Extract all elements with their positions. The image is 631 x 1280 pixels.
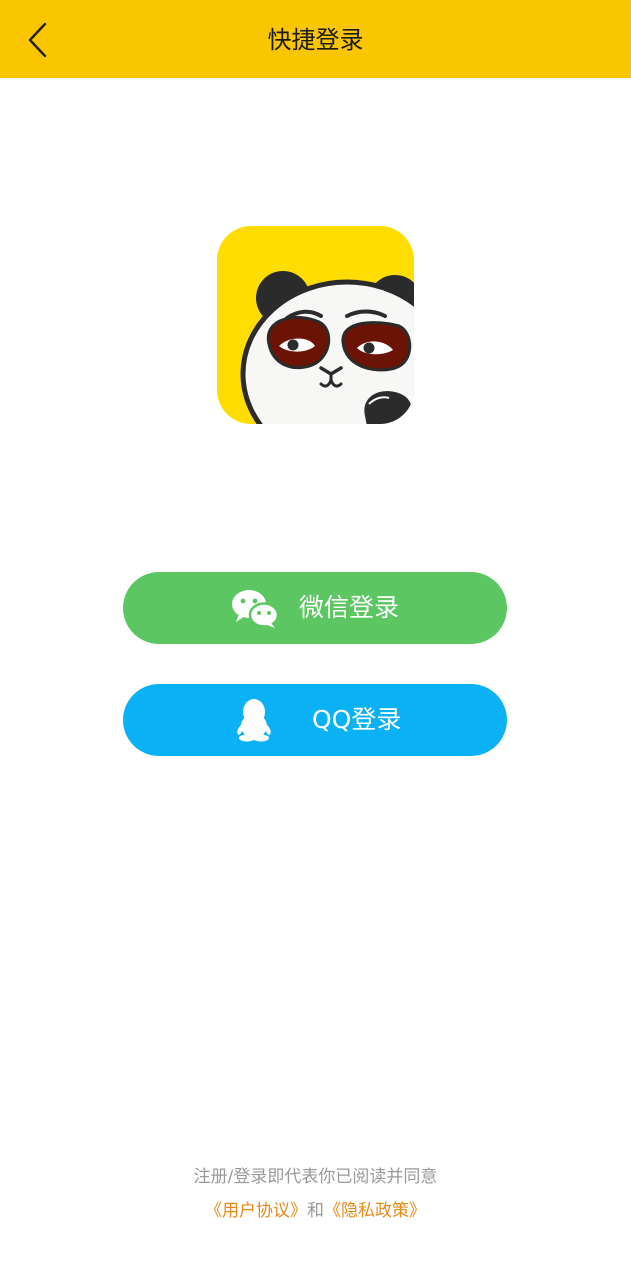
top-bar: 快捷登录 [0, 0, 631, 78]
qq-penguin-icon [237, 699, 271, 742]
agreement-text: 注册/登录即代表你已阅读并同意 [193, 1167, 438, 1187]
back-button[interactable] [18, 18, 60, 62]
panda-logo-icon [217, 226, 414, 424]
agreement-and-text: 和 [307, 1201, 324, 1221]
wechat-login-button[interactable]: 微信登录 [123, 572, 507, 644]
app-logo [217, 226, 414, 424]
page-title: 快捷登录 [267, 26, 364, 54]
agreement-notice: 注册/登录即代表你已阅读并同意 《用户协议》和《隐私政策》 [0, 1160, 631, 1228]
qq-login-label: QQ登录 [312, 705, 402, 734]
chevron-left-icon [28, 22, 47, 58]
qq-login-button[interactable]: QQ登录 [123, 684, 507, 756]
user-agreement-link[interactable]: 《用户协议》 [205, 1201, 307, 1221]
wechat-login-label: 微信登录 [299, 593, 400, 622]
wechat-icon [232, 590, 279, 628]
agreement-links: 《用户协议》和《隐私政策》 [0, 1194, 631, 1228]
privacy-policy-link[interactable]: 《隐私政策》 [324, 1201, 426, 1221]
